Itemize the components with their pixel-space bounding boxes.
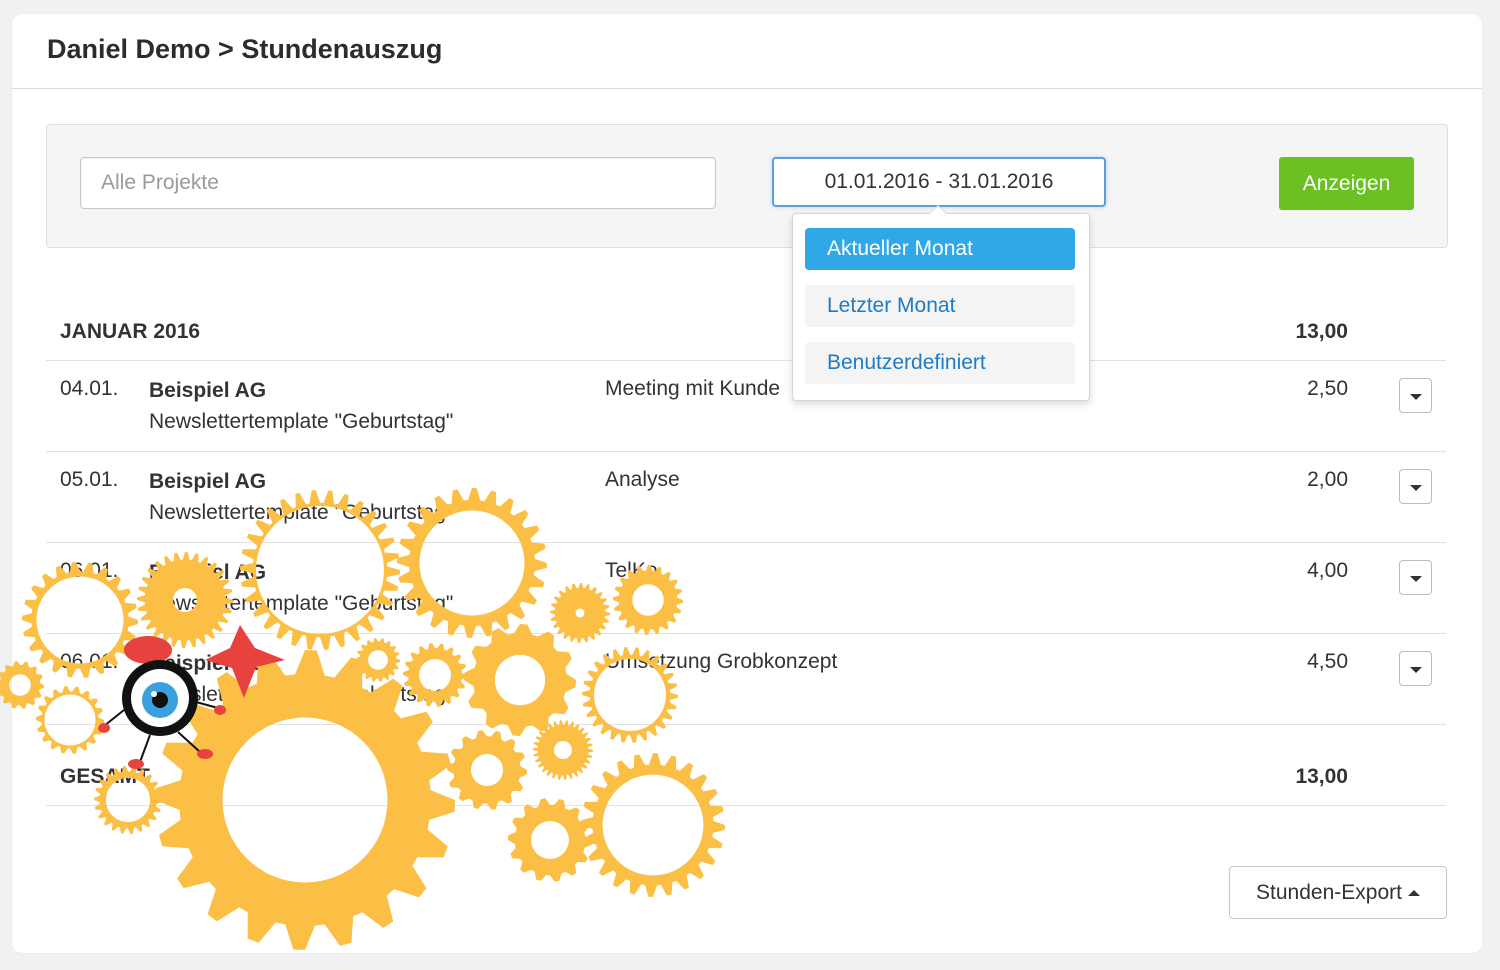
date-preset-dropdown: Aktueller Monat Letzter Monat Benutzerde…	[792, 205, 1090, 401]
month-header-row: JANUAR 2016 13,00	[46, 304, 1446, 361]
entry-description: Meeting mit Kunde	[605, 377, 781, 400]
table-row: 05.01. Beispiel AG Newslettertemplate "G…	[46, 452, 1446, 543]
entry-date: 05.01.	[60, 468, 119, 491]
entry-hours: 4,50	[1307, 650, 1348, 673]
entry-client: Beispiel AG	[149, 561, 267, 584]
table-row: 04.01. Beispiel AG Newslettertemplate "G…	[46, 361, 1446, 452]
caret-down-icon	[1410, 394, 1422, 400]
page-title: Daniel Demo > Stundenauszug	[47, 34, 443, 64]
entry-description: Umsetzung Grobkonzept	[605, 650, 838, 673]
entry-client: Beispiel AG	[149, 379, 267, 402]
total-label: GESAMT	[60, 765, 150, 788]
preset-last-month[interactable]: Letzter Monat	[805, 285, 1075, 327]
entry-client: Beispiel AG	[149, 652, 267, 675]
entry-project: Newslettertemplate "Geburtstag"	[149, 683, 454, 706]
preset-current-month[interactable]: Aktueller Monat	[805, 228, 1075, 270]
date-range-input[interactable]	[772, 157, 1106, 207]
caret-down-icon	[1410, 576, 1422, 582]
project-select-input[interactable]	[80, 157, 716, 209]
entry-project: Newslettertemplate "Geburtstag"	[149, 410, 454, 433]
entry-date: 06.01.	[60, 650, 119, 673]
filter-bar: Anzeigen	[46, 124, 1448, 248]
entry-actions-toggle[interactable]	[1399, 560, 1432, 595]
hours-export-button[interactable]: Stunden-Export	[1229, 866, 1447, 919]
entry-actions-toggle[interactable]	[1399, 651, 1432, 686]
month-total: 13,00	[1295, 320, 1348, 343]
entry-actions-toggle[interactable]	[1399, 469, 1432, 504]
entry-project: Newslettertemplate "Geburtstag"	[149, 501, 454, 524]
total-value: 13,00	[1295, 765, 1348, 788]
show-button[interactable]: Anzeigen	[1279, 157, 1414, 210]
entry-hours: 4,00	[1307, 559, 1348, 582]
entry-date: 04.01.	[60, 377, 119, 400]
preset-custom[interactable]: Benutzerdefiniert	[805, 342, 1075, 384]
caret-up-icon	[1407, 889, 1420, 896]
entry-date: 06.01.	[60, 559, 119, 582]
caret-down-icon	[1410, 485, 1422, 491]
report-card: Daniel Demo > Stundenauszug Anzeigen Akt…	[12, 14, 1482, 953]
entry-hours: 2,00	[1307, 468, 1348, 491]
month-label: JANUAR 2016	[60, 320, 201, 343]
entry-hours: 2,50	[1307, 377, 1348, 400]
total-row: GESAMT 13,00	[46, 725, 1446, 806]
table-row: 06.01. Beispiel AG Newslettertemplate "G…	[46, 543, 1446, 634]
page-header: Daniel Demo > Stundenauszug	[12, 14, 1482, 89]
caret-down-icon	[1410, 667, 1422, 673]
table-row: 06.01. Beispiel AG Newslettertemplate "G…	[46, 634, 1446, 725]
entry-client: Beispiel AG	[149, 470, 267, 493]
entry-description: Analyse	[605, 468, 680, 491]
export-label: Stunden-Export	[1256, 880, 1402, 904]
entry-project: Newslettertemplate "Geburtstag"	[149, 592, 454, 615]
entry-description: TelKo	[605, 559, 658, 582]
entry-actions-toggle[interactable]	[1399, 378, 1432, 413]
